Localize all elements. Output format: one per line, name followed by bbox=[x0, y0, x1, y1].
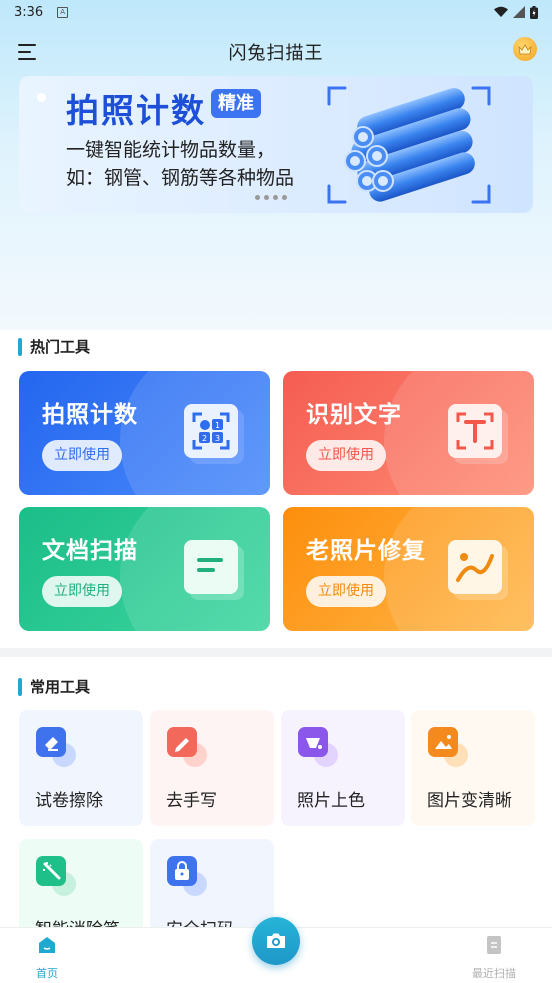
use-now-button[interactable]: 立即使用 bbox=[306, 576, 386, 607]
promo-banner[interactable]: 拍照计数 精准 一键智能统计物品数量， 如：钢管、钢筋等各种物品 bbox=[19, 76, 533, 213]
svg-text:2: 2 bbox=[202, 434, 207, 443]
use-now-button[interactable]: 立即使用 bbox=[42, 576, 122, 607]
card-title: 老照片修复 bbox=[306, 538, 426, 564]
crown-icon[interactable] bbox=[513, 37, 537, 61]
signal-icon bbox=[513, 6, 525, 18]
app-title: 闪兔扫描王 bbox=[228, 43, 324, 64]
banner-description: 一键智能统计物品数量， 如：钢管、钢筋等各种物品 bbox=[66, 136, 294, 192]
tool-image-enhance[interactable]: 图片变清晰 bbox=[411, 710, 535, 826]
document-icon bbox=[184, 540, 244, 600]
tool-card-old-photo-repair[interactable]: 老照片修复 立即使用 bbox=[283, 507, 534, 631]
battery-icon bbox=[530, 5, 538, 19]
card-title: 识别文字 bbox=[306, 402, 402, 428]
section-title-common: 常用工具 bbox=[18, 676, 90, 697]
steel-pipes-illustration bbox=[327, 86, 491, 204]
pen-icon bbox=[167, 727, 207, 767]
home-icon bbox=[39, 937, 55, 953]
card-title: 文档扫描 bbox=[42, 538, 138, 564]
text-recognition-icon bbox=[448, 404, 508, 464]
hot-tools-section: 热门工具 拍照计数 立即使用 1 2 3 识别文字 立即使用 文档扫描 立即使用… bbox=[0, 330, 552, 648]
status-icons bbox=[494, 5, 538, 19]
magic-wand-icon bbox=[36, 856, 76, 896]
banner-desc-line1: 一键智能统计物品数量， bbox=[66, 139, 276, 161]
menu-icon[interactable] bbox=[18, 44, 36, 60]
lock-icon bbox=[167, 856, 207, 896]
tool-photo-colorize[interactable]: 照片上色 bbox=[281, 710, 405, 826]
status-bar: 3:36 A bbox=[0, 0, 552, 24]
banner-title: 拍照计数 bbox=[66, 91, 206, 130]
nav-home-label: 首页 bbox=[36, 967, 58, 980]
tool-exam-eraser[interactable]: 试卷擦除 bbox=[19, 710, 143, 826]
banner-page-dot[interactable] bbox=[273, 195, 278, 200]
common-tools-title: 常用工具 bbox=[30, 678, 91, 696]
tool-label: 照片上色 bbox=[297, 791, 365, 811]
common-tools-section: 常用工具 试卷擦除 去手写 照片上色 图片变清晰 bbox=[0, 657, 552, 955]
eraser-icon bbox=[36, 727, 76, 767]
use-now-button[interactable]: 立即使用 bbox=[42, 440, 122, 471]
nav-home[interactable]: 首页 bbox=[17, 934, 77, 981]
banner-desc-line2: 如：钢管、钢筋等各种物品 bbox=[66, 167, 295, 189]
camera-icon bbox=[267, 933, 285, 948]
app-header: 闪兔扫描王 bbox=[0, 30, 552, 74]
hot-tools-title: 热门工具 bbox=[30, 338, 91, 356]
banner-decor-dot bbox=[37, 93, 46, 102]
banner-page-dot[interactable] bbox=[255, 195, 260, 200]
tool-remove-handwriting[interactable]: 去手写 bbox=[150, 710, 274, 826]
tool-card-document-scan[interactable]: 文档扫描 立即使用 bbox=[19, 507, 270, 631]
recent-scans-icon bbox=[487, 936, 501, 954]
banner-page-dot[interactable] bbox=[282, 195, 287, 200]
camera-button[interactable] bbox=[252, 917, 300, 965]
wifi-icon bbox=[494, 6, 508, 17]
section-title-hot: 热门工具 bbox=[18, 336, 90, 357]
image-clarity-icon bbox=[428, 727, 468, 767]
card-title: 拍照计数 bbox=[42, 402, 138, 428]
banner-page-dot[interactable] bbox=[264, 195, 269, 200]
tool-label: 试卷擦除 bbox=[35, 791, 103, 811]
photo-repair-icon bbox=[448, 540, 508, 600]
svg-text:3: 3 bbox=[215, 434, 220, 443]
nav-recent-label: 最近扫描 bbox=[472, 967, 516, 980]
count-icon: 1 2 3 bbox=[184, 404, 244, 464]
tool-card-photo-count[interactable]: 拍照计数 立即使用 1 2 3 bbox=[19, 371, 270, 495]
tool-label: 图片变清晰 bbox=[427, 791, 512, 811]
tool-label: 去手写 bbox=[166, 791, 217, 811]
notification-icon: A bbox=[57, 6, 69, 18]
banner-tag: 精准 bbox=[211, 89, 261, 118]
tool-card-text-recognition[interactable]: 识别文字 立即使用 bbox=[283, 371, 534, 495]
banner-pagination bbox=[255, 195, 287, 200]
paint-bucket-icon bbox=[298, 727, 338, 767]
svg-text:1: 1 bbox=[215, 421, 220, 430]
status-time: 3:36 bbox=[14, 4, 44, 20]
use-now-button[interactable]: 立即使用 bbox=[306, 440, 386, 471]
nav-recent-scans[interactable]: 最近扫描 bbox=[464, 934, 524, 981]
